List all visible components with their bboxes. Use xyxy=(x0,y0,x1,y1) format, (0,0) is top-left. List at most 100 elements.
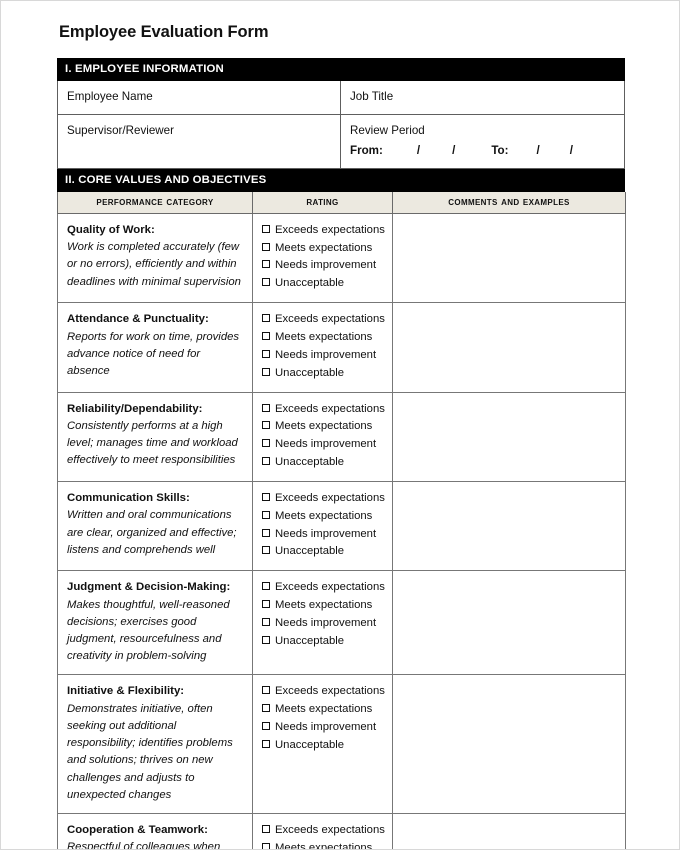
rating-option[interactable]: Exceeds expectations xyxy=(262,401,385,419)
checkbox-icon[interactable] xyxy=(262,260,270,269)
comments-cell[interactable] xyxy=(392,391,626,482)
comments-cell[interactable] xyxy=(392,674,626,814)
rating-option[interactable]: Needs improvement xyxy=(262,615,383,633)
supervisor-field[interactable]: Supervisor/Reviewer xyxy=(57,114,341,169)
rating-option[interactable]: Needs improvement xyxy=(262,257,383,275)
checkbox-icon[interactable] xyxy=(262,510,270,519)
category-title: Cooperation & Teamwork: xyxy=(67,823,208,836)
performance-category-cell: Communication Skills: Written and oral co… xyxy=(57,480,253,572)
rating-option[interactable]: Needs improvement xyxy=(262,526,383,544)
checkbox-icon[interactable] xyxy=(262,824,270,833)
checkbox-icon[interactable] xyxy=(262,403,270,412)
rating-option[interactable]: Exceeds expectations xyxy=(262,490,385,508)
table-row: Communication Skills: Written and oral co… xyxy=(57,480,626,572)
rating-option[interactable]: Unacceptable xyxy=(262,633,383,651)
comments-cell[interactable] xyxy=(392,480,626,572)
rating-option[interactable]: Exceeds expectations xyxy=(262,822,385,840)
rating-option[interactable]: Needs improvement xyxy=(262,347,383,365)
rating-option[interactable]: Exceeds expectations xyxy=(262,683,385,701)
to-date-slash-1: / xyxy=(536,144,540,158)
checkbox-icon[interactable] xyxy=(262,686,270,695)
rating-option-label: Needs improvement xyxy=(275,721,377,734)
comments-cell[interactable] xyxy=(392,570,626,676)
rating-option[interactable]: Meets expectations xyxy=(262,701,383,719)
checkbox-icon[interactable] xyxy=(262,242,270,251)
comments-cell[interactable] xyxy=(392,212,626,304)
checkbox-icon[interactable] xyxy=(262,704,270,713)
comments-cell[interactable] xyxy=(392,302,626,393)
checkbox-icon[interactable] xyxy=(262,224,270,233)
rating-option[interactable]: Unacceptable xyxy=(262,365,383,383)
checkbox-icon[interactable] xyxy=(262,492,270,501)
column-header-rating: Rating xyxy=(252,191,393,214)
rating-option-label: Exceeds expectations xyxy=(275,491,385,504)
checkbox-icon[interactable] xyxy=(262,600,270,609)
rating-option[interactable]: Needs improvement xyxy=(262,436,383,454)
from-date-slash-1: / xyxy=(416,144,421,158)
rating-option-label: Needs improvement xyxy=(275,348,377,361)
checkbox-icon[interactable] xyxy=(262,842,270,849)
category-title: Reliability/Dependability: xyxy=(67,402,203,415)
checkbox-icon[interactable] xyxy=(262,617,270,626)
rating-option-label: Unacceptable xyxy=(275,277,345,290)
checkbox-icon[interactable] xyxy=(262,278,270,287)
job-title-field[interactable]: Job Title xyxy=(340,81,625,115)
rating-option-label: Meets expectations xyxy=(275,703,373,716)
rating-option[interactable]: Needs improvement xyxy=(262,719,383,737)
rating-option[interactable]: Exceeds expectations xyxy=(262,311,385,329)
rating-option[interactable]: Meets expectations xyxy=(262,329,383,347)
checkbox-icon[interactable] xyxy=(262,332,270,340)
employee-name-field[interactable]: Employee Name xyxy=(57,81,341,115)
core-values-rows: Quality of Work: Work is completed accura… xyxy=(57,212,626,850)
checkbox-icon[interactable] xyxy=(262,457,270,466)
category-title: Communication Skills: xyxy=(67,491,190,504)
checkbox-icon[interactable] xyxy=(262,635,270,644)
form-body: Employee Evaluation Form I. EMPLOYEE INF… xyxy=(57,23,626,850)
rating-option-list: Exceeds expectations Meets expectations Ne… xyxy=(262,401,385,472)
checkbox-icon[interactable] xyxy=(262,528,270,537)
table-row: Supervisor/Reviewer Review Period From: … xyxy=(57,114,625,169)
category-description: Written and oral communications are clea… xyxy=(67,509,237,556)
evaluation-form-page: Employee Evaluation Form I. EMPLOYEE INF… xyxy=(0,0,680,850)
rating-option-label: Needs improvement xyxy=(275,527,377,540)
table-header-row: Performance Category Rating Comments and… xyxy=(57,191,626,214)
checkbox-icon[interactable] xyxy=(262,546,270,555)
checkbox-icon[interactable] xyxy=(262,314,270,323)
rating-option-label: Unacceptable xyxy=(275,366,345,379)
rating-option[interactable]: Unacceptable xyxy=(262,275,383,293)
rating-cell: Exceeds expectations Meets expectations Ne… xyxy=(252,391,393,482)
rating-cell: Exceeds expectations Meets expectations Ne… xyxy=(252,302,393,393)
from-label: From: xyxy=(350,144,383,158)
rating-option[interactable]: Unacceptable xyxy=(262,454,383,472)
checkbox-icon[interactable] xyxy=(262,367,270,376)
rating-option-label: Exceeds expectations xyxy=(275,313,385,326)
section-heading-employee-information: I. EMPLOYEE INFORMATION xyxy=(57,58,625,82)
rating-option[interactable]: Meets expectations xyxy=(262,840,383,850)
category-description: Makes thoughtful, well-reasoned decision… xyxy=(67,598,230,663)
checkbox-icon[interactable] xyxy=(262,739,270,748)
rating-option-label: Meets expectations xyxy=(275,841,373,850)
table-row: Attendance & Punctuality: Reports for wor… xyxy=(57,302,626,393)
rating-option[interactable]: Unacceptable xyxy=(262,543,383,561)
rating-option[interactable]: Meets expectations xyxy=(262,240,383,258)
checkbox-icon[interactable] xyxy=(262,722,270,731)
rating-option[interactable]: Exceeds expectations xyxy=(262,579,385,597)
rating-option[interactable]: Unacceptable xyxy=(262,737,383,755)
rating-option[interactable]: Exceeds expectations xyxy=(262,222,385,240)
rating-cell: Exceeds expectations Meets expectations Ne… xyxy=(252,570,393,676)
comments-cell[interactable] xyxy=(392,812,626,849)
category-title: Quality of Work: xyxy=(67,223,155,236)
performance-category-cell: Judgment & Decision-Making: Makes thought… xyxy=(57,570,253,676)
rating-option[interactable]: Meets expectations xyxy=(262,418,383,436)
checkbox-icon[interactable] xyxy=(262,582,270,591)
rating-option-label: Needs improvement xyxy=(275,438,377,451)
rating-option[interactable]: Meets expectations xyxy=(262,508,383,526)
category-description: Respectful of colleagues when working wi… xyxy=(67,841,221,850)
checkbox-icon[interactable] xyxy=(262,439,270,448)
core-values-table: Performance Category Rating Comments and… xyxy=(57,191,626,850)
checkbox-icon[interactable] xyxy=(262,349,270,358)
from-date-slash-2: / xyxy=(452,144,456,158)
rating-option[interactable]: Meets expectations xyxy=(262,597,383,615)
checkbox-icon[interactable] xyxy=(262,421,270,430)
review-period-field[interactable]: Review Period From: / / To: / / xyxy=(340,114,625,169)
